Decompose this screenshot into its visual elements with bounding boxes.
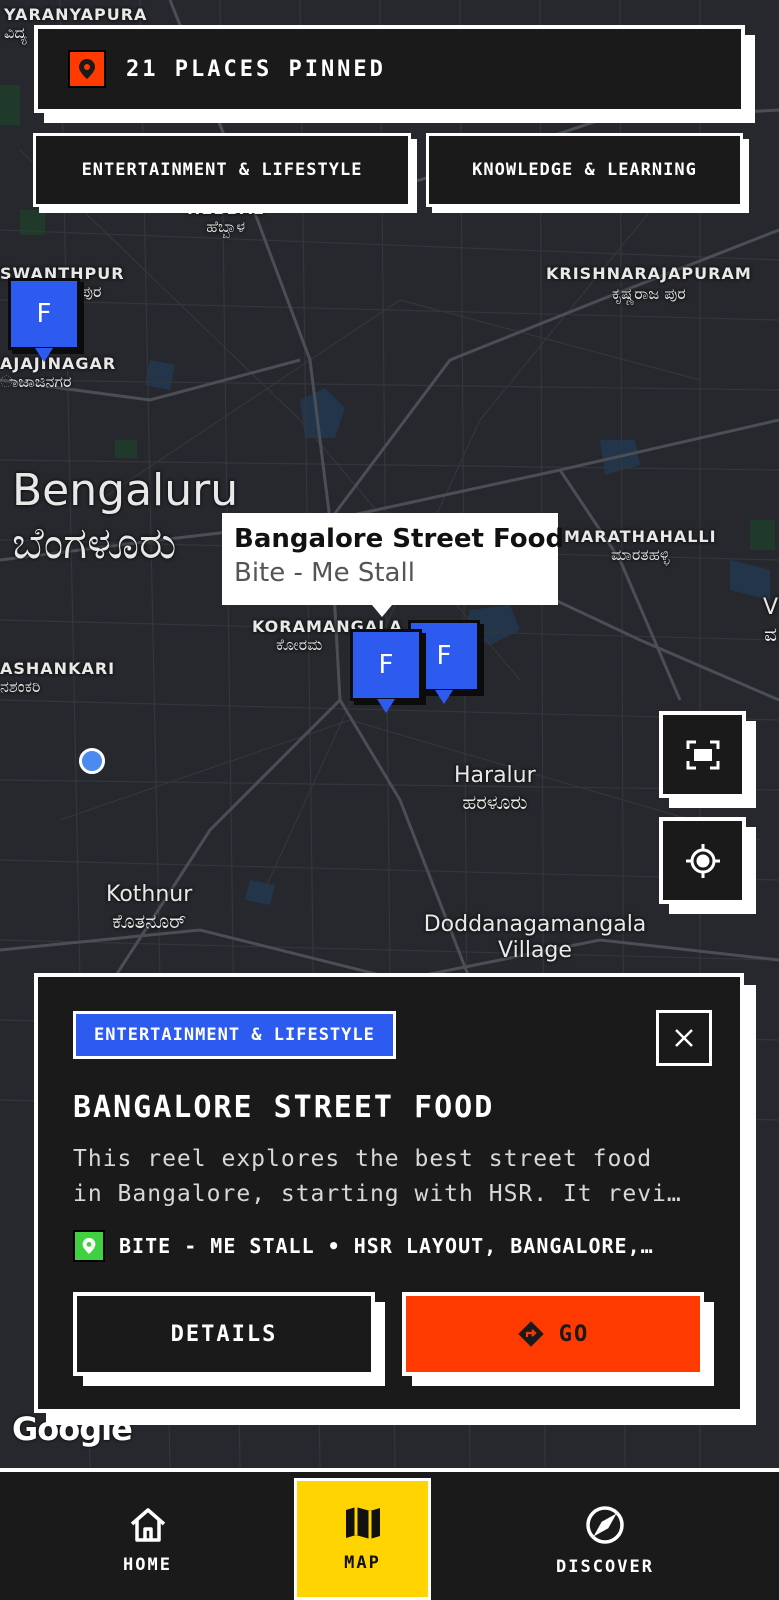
place-location: BITE - ME STALL • HSR LAYOUT, BANGALORE,… — [73, 1230, 713, 1262]
map-label-banashankari: ASHANKARI ನಶಂಕರಿ — [0, 659, 116, 696]
nav-discover[interactable]: DISCOVER — [540, 1486, 670, 1596]
my-location-button[interactable] — [659, 817, 746, 904]
map-label-kothnur: Kothnur ಕೊತನೂರ್ — [106, 882, 193, 933]
directions-icon — [518, 1321, 544, 1347]
fit-bounds-button[interactable] — [659, 711, 746, 798]
places-pinned-count: 21 PLACES PINNED — [126, 56, 386, 82]
map-icon — [345, 1507, 380, 1539]
go-button[interactable]: GO — [402, 1292, 704, 1376]
fit-screen-icon — [686, 740, 719, 769]
callout-subtitle: Bite - Me Stall — [234, 558, 415, 588]
map-label-marathahalli: MARATHAHALLI ಮಾರತಹಳ್ಳಿ — [564, 527, 717, 564]
location-pin-icon — [73, 1230, 105, 1262]
marker-callout[interactable]: Bangalore Street Food Bite - Me Stall — [222, 513, 565, 617]
close-button[interactable] — [656, 1010, 712, 1066]
user-location-dot — [79, 748, 105, 774]
nav-home[interactable]: HOME — [90, 1486, 205, 1596]
filter-knowledge-learning[interactable]: KNOWLEDGE & LEARNING — [426, 133, 743, 207]
filter-entertainment-lifestyle[interactable]: ENTERTAINMENT & LIFESTYLE — [33, 133, 411, 207]
nav-map[interactable]: MAP — [294, 1478, 431, 1600]
map-marker-selected[interactable]: F — [350, 629, 422, 715]
home-icon — [130, 1508, 165, 1542]
place-title: BANGALORE STREET FOOD — [73, 1090, 495, 1125]
details-button[interactable]: DETAILS — [73, 1292, 375, 1376]
google-logo: Google — [12, 1410, 133, 1448]
category-tag: ENTERTAINMENT & LIFESTYLE — [73, 1011, 396, 1059]
compass-icon — [586, 1506, 624, 1544]
map-label-krishnarajapuram: KRISHNARAJAPURAM ಕೃಷ್ಣರಾಜ ಪುರ — [546, 264, 752, 303]
map-pin-icon — [68, 50, 106, 88]
map-label-edge: V ವ — [763, 595, 779, 646]
location-text: BITE - ME STALL • HSR LAYOUT, BANGALORE,… — [119, 1234, 654, 1258]
place-description: This reel explores the best street food … — [73, 1146, 682, 1207]
places-pinned-banner: 21 PLACES PINNED — [34, 25, 745, 113]
bottom-nav: HOME MAP DISCOVER — [0, 1468, 779, 1600]
my-location-icon — [685, 843, 720, 878]
map-label-bengaluru: Bengaluru ಬೆಂಗಳೂರು — [12, 465, 239, 570]
map-label-haralur: Haralur ಹರಳೂರು — [454, 763, 536, 814]
map-marker[interactable]: F — [8, 278, 80, 364]
map-label-doddanagamangala: Doddanagamangala Village — [423, 912, 647, 963]
close-icon — [675, 1029, 693, 1047]
place-info-card: ENTERTAINMENT & LIFESTYLE BANGALORE STRE… — [34, 973, 744, 1413]
callout-title: Bangalore Street Food — [234, 524, 565, 554]
